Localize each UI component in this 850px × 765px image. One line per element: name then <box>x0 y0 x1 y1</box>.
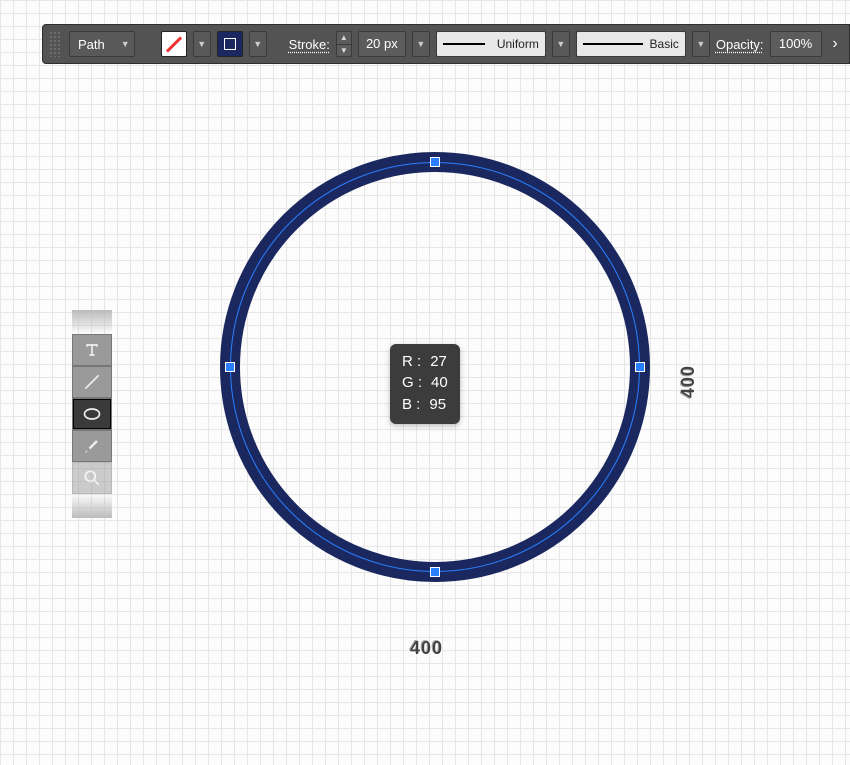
rgb-r-value: 27 <box>430 353 447 370</box>
stroke-profile-selector[interactable]: Uniform <box>436 31 546 57</box>
brush-value: Basic <box>650 37 679 51</box>
spinner-down-icon[interactable]: ▼ <box>337 45 351 57</box>
fill-dropdown[interactable]: ▼ <box>193 31 211 57</box>
brush-preview-line <box>583 43 643 45</box>
anchor-left[interactable] <box>225 362 235 372</box>
opacity-label: Opacity: <box>716 37 764 52</box>
anchor-right[interactable] <box>635 362 645 372</box>
stroke-profile-value: Uniform <box>497 37 539 51</box>
brush-tool[interactable] <box>72 430 112 462</box>
spinner-up-icon[interactable]: ▲ <box>337 32 351 45</box>
more-options-icon[interactable]: › <box>824 24 846 64</box>
width-annotation: 400 <box>410 638 443 659</box>
brush-dropdown[interactable]: ▼ <box>692 31 710 57</box>
stroke-width-spinner[interactable]: ▲ ▼ <box>336 31 352 57</box>
stroke-swatch[interactable] <box>217 31 243 57</box>
anchor-bottom[interactable] <box>430 567 440 577</box>
zoom-tool[interactable] <box>72 462 112 494</box>
rgb-g-label: G : <box>402 374 422 391</box>
color-tooltip: R : 27 G : 40 B : 95 <box>390 344 460 424</box>
rgb-b-value: 95 <box>429 396 446 413</box>
rgb-g-value: 40 <box>431 374 448 391</box>
ellipse-icon <box>82 404 102 424</box>
line-tool[interactable] <box>72 366 112 398</box>
stroke-dropdown[interactable]: ▼ <box>249 31 267 57</box>
height-annotation: 400 <box>678 365 699 398</box>
stroke-profile-dropdown[interactable]: ▼ <box>552 31 570 57</box>
opacity-field[interactable]: 100% <box>770 31 822 57</box>
ellipse-tool[interactable] <box>72 398 112 430</box>
stroke-width-dropdown[interactable]: ▼ <box>412 31 430 57</box>
options-bar: Path ▼ ▼ ▼ Stroke: ▲ ▼ 20 px ▼ Uniform ▼… <box>42 24 850 64</box>
type-icon <box>82 340 102 360</box>
brush-icon <box>82 436 102 456</box>
object-type-label: Path <box>78 37 105 52</box>
stroke-label: Stroke: <box>289 37 330 52</box>
rgb-r-label: R : <box>402 353 421 370</box>
grip-handle[interactable] <box>49 31 61 57</box>
type-tool[interactable] <box>72 334 112 366</box>
tools-palette <box>72 310 112 518</box>
anchor-top[interactable] <box>430 157 440 167</box>
object-type-selector[interactable]: Path ▼ <box>69 31 135 57</box>
chevron-down-icon: ▼ <box>121 39 130 49</box>
rgb-b-label: B : <box>402 396 420 413</box>
stroke-width-field[interactable]: 20 px <box>358 31 406 57</box>
fill-swatch-none[interactable] <box>161 31 187 57</box>
zoom-icon <box>82 468 102 488</box>
line-icon <box>82 372 102 392</box>
brush-selector[interactable]: Basic <box>576 31 686 57</box>
profile-preview-line <box>443 43 485 45</box>
